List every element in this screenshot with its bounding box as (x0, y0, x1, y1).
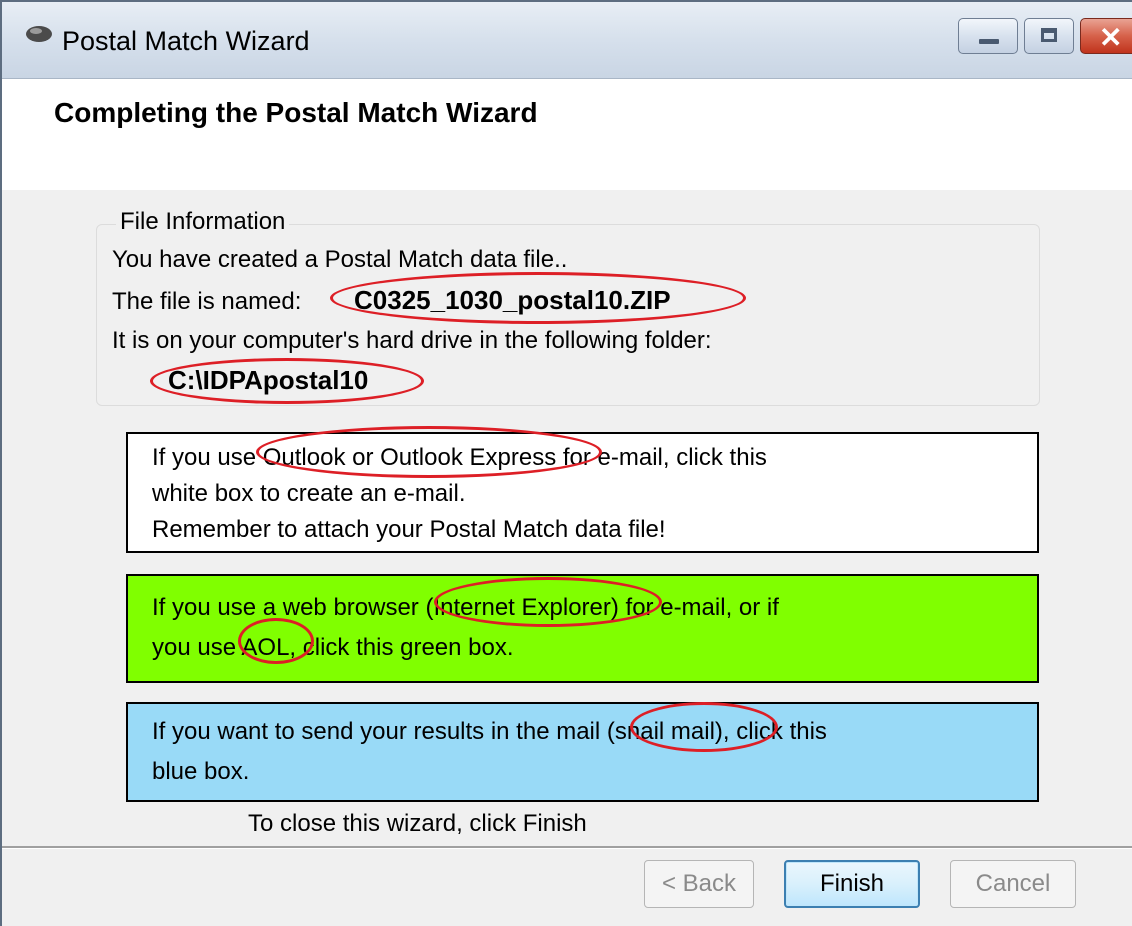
web-box-line-1: If you use a web browser (Internet Explo… (152, 594, 779, 621)
title-bar[interactable]: Postal Match Wizard ✕ (2, 2, 1132, 79)
snail-mail-box[interactable]: If you want to send your results in the … (126, 702, 1039, 802)
minimize-icon (979, 39, 999, 44)
outlook-box-line-2: white box to create an e-mail. (152, 480, 466, 507)
wizard-app-icon (26, 26, 52, 42)
wizard-window: Postal Match Wizard ✕ Completing the Pos… (0, 0, 1132, 926)
file-named-label: The file is named: (112, 288, 302, 315)
footer-divider (2, 846, 1132, 849)
close-hint: To close this wizard, click Finish (248, 810, 587, 837)
folder-path-value: C:\IDPApostal10 (168, 365, 369, 395)
back-button[interactable]: < Back (644, 860, 754, 908)
web-browser-email-box[interactable]: If you use a web browser (Internet Explo… (126, 574, 1039, 683)
minimize-button[interactable] (958, 18, 1018, 54)
file-information-legend: File Information (116, 208, 290, 236)
mail-box-line-1: If you want to send your results in the … (152, 718, 827, 745)
outlook-email-box[interactable]: If you use Outlook or Outlook Express fo… (126, 432, 1039, 553)
outlook-box-line-3: Remember to attach your Postal Match dat… (152, 516, 666, 543)
finish-button[interactable]: Finish (784, 860, 920, 908)
file-name-value: C0325_1030_postal10.ZIP (354, 285, 671, 315)
maximize-icon (1041, 28, 1057, 42)
cancel-button[interactable]: Cancel (950, 860, 1076, 908)
web-box-line-2: you use AOL, click this green box. (152, 634, 514, 661)
maximize-button[interactable] (1024, 18, 1074, 54)
outlook-box-line-1: If you use Outlook or Outlook Express fo… (152, 444, 767, 471)
page-title: Completing the Postal Match Wizard (54, 97, 538, 128)
window-title: Postal Match Wizard (62, 26, 310, 56)
mail-box-line-2: blue box. (152, 758, 250, 785)
folder-text: It is on your computer's hard drive in t… (112, 327, 712, 354)
wizard-header: Completing the Postal Match Wizard (2, 79, 1132, 190)
close-button[interactable]: ✕ (1080, 18, 1132, 54)
created-text: You have created a Postal Match data fil… (112, 246, 568, 273)
close-icon: ✕ (1099, 22, 1123, 53)
